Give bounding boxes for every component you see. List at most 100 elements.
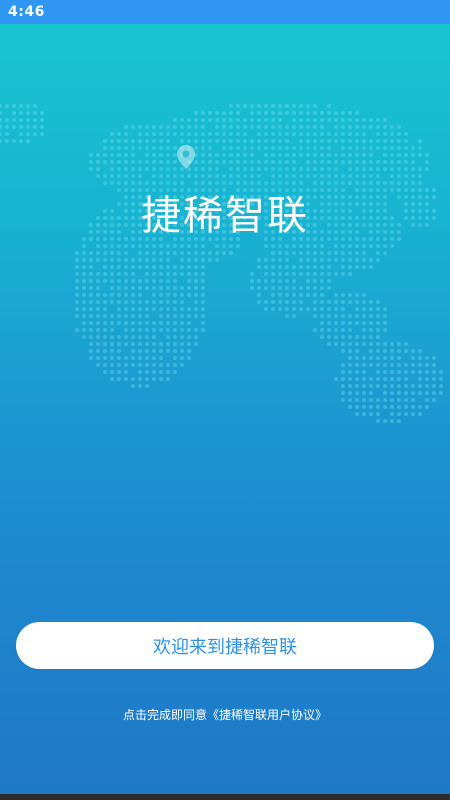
welcome-button[interactable]: 欢迎来到捷稀智联 [16,622,434,669]
world-map-background [0,104,443,423]
map-dot [96,244,100,248]
map-dot [383,181,387,185]
map-dot [159,160,163,164]
map-dot [383,146,387,150]
map-dot [334,293,338,297]
map-dot [187,251,191,255]
map-dot [411,356,415,360]
map-dot [306,118,310,122]
map-dot [313,104,317,108]
map-dot [166,328,170,332]
map-dot [369,160,373,164]
map-dot [362,328,366,332]
map-dot [341,328,345,332]
map-dot [348,342,352,346]
map-dot [124,244,128,248]
map-dot [131,181,135,185]
map-dot [355,265,359,269]
map-dot [369,349,373,353]
user-agreement-link[interactable]: 《捷稀智联用户协议》 [207,708,327,722]
map-dot [271,279,275,283]
map-dot [103,244,107,248]
map-dot [369,174,373,178]
map-dot [201,160,205,164]
map-dot [187,356,191,360]
map-dot [362,384,366,388]
map-dot [355,349,359,353]
map-dot [194,258,198,262]
map-dot [201,251,205,255]
map-dot [173,342,177,346]
map-dot [166,132,170,136]
map-dot [166,342,170,346]
map-dot [271,104,275,108]
map-dot [278,258,282,262]
map-dot [110,370,114,374]
map-dot [369,405,373,409]
map-dot [117,153,121,157]
map-dot [278,139,282,143]
map-dot [397,349,401,353]
map-dot [19,104,23,108]
map-dot [131,356,135,360]
map-dot [397,356,401,360]
map-dot [201,300,205,304]
map-dot [390,405,394,409]
map-dot [117,363,121,367]
map-dot [411,153,415,157]
map-dot [404,349,408,353]
map-dot [327,104,331,108]
map-dot [313,307,317,311]
map-dot [124,181,128,185]
map-dot [124,160,128,164]
map-dot [341,391,345,395]
map-dot [348,139,352,143]
map-dot [159,286,163,290]
map-dot [187,272,191,276]
map-dot [194,111,198,115]
map-dot [103,265,107,269]
map-dot [341,398,345,402]
map-dot [397,405,401,409]
map-dot [215,251,219,255]
map-dot [124,314,128,318]
map-dot [341,384,345,388]
map-dot [89,293,93,297]
map-dot [250,139,254,143]
map-dot [103,328,107,332]
map-dot [19,118,23,122]
map-dot [278,104,282,108]
map-dot [397,139,401,143]
map-dot [376,419,380,423]
map-dot [362,321,366,325]
map-dot [82,265,86,269]
map-dot [96,167,100,171]
map-dot [383,167,387,171]
map-dot [257,293,261,297]
map-dot [208,251,212,255]
map-dot [369,335,373,339]
map-dot [75,314,79,318]
map-dot [138,125,142,129]
map-dot [187,125,191,129]
map-dot [166,370,170,374]
map-dot [236,153,240,157]
map-dot [110,244,114,248]
map-dot [348,132,352,136]
map-dot [96,321,100,325]
map-dot [271,181,275,185]
map-dot [383,370,387,374]
map-dot [306,153,310,157]
map-dot [145,342,149,346]
map-dot [145,300,149,304]
map-dot [229,174,233,178]
map-dot [327,118,331,122]
map-dot [334,174,338,178]
map-dot [348,153,352,157]
map-dot [208,139,212,143]
map-dot [117,181,121,185]
map-dot [418,405,422,409]
map-dot [201,272,205,276]
map-dot [201,244,205,248]
status-time: 4:46 [8,4,45,20]
